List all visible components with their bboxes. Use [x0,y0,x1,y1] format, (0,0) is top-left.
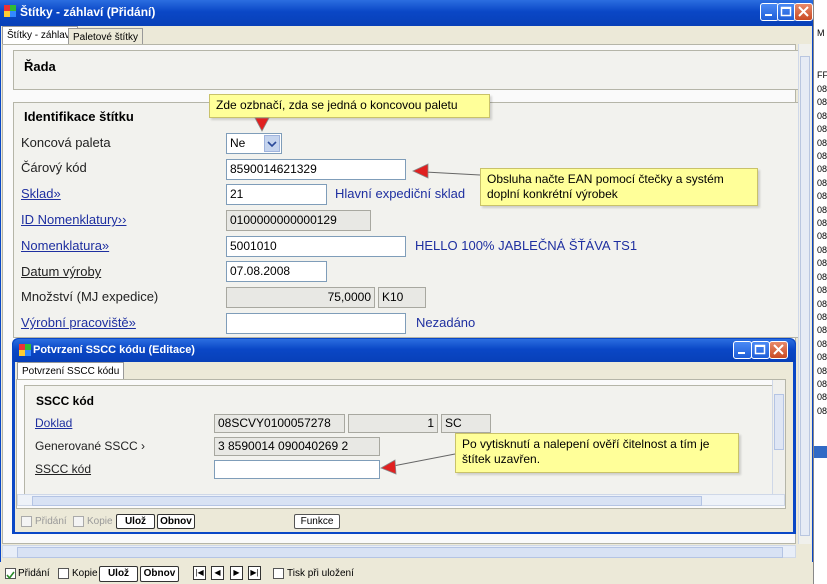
strip-row: 08 [817,191,827,202]
dialog-kopie-label: Kopie [87,516,113,527]
strip-row: 08 [817,164,827,175]
strip-top-label: M [817,28,825,38]
strip-row: 08 [817,151,827,162]
dialog-pridani-checkbox[interactable] [21,516,32,527]
strip-selected-row [814,446,827,458]
strip-row: 08 [817,378,827,389]
dialog-pridani-label: Přidání [35,516,67,527]
dialog-hscroll-thumb[interactable] [32,496,702,506]
strip-row: 08 [817,271,827,282]
strip-row: 08 [817,298,827,309]
strip-row: 08 [817,97,827,108]
dialog-funkce-button[interactable]: Funkce [294,514,340,529]
dialog-scroll-thumb[interactable] [774,394,784,450]
dialog-horizontal-scrollbar[interactable] [17,494,785,506]
strip-row: 08 [817,137,827,148]
strip-row: 08 [817,110,827,121]
strip-header: FF [817,70,827,80]
dialog-vertical-scrollbar[interactable] [772,380,785,494]
strip-row: 08 [817,177,827,188]
strip-row: 08 [817,218,827,229]
strip-row: 08 [817,231,827,242]
strip-rows: 08 08 08 08 08 08 08 08 08 08 08 08 08 08 08 08 08 08 08 08… [817,83,827,418]
strip-row: 08 [817,352,827,363]
strip-row: 08 [817,311,827,322]
strip-row: 08 [817,124,827,135]
strip-row: 08 [817,338,827,349]
strip-row: 08 [817,325,827,336]
strip-row: 08 [817,365,827,376]
dialog-obnov-button[interactable]: Obnov [157,514,195,529]
strip-row: 08 [817,258,827,269]
dialog-kopie-checkbox[interactable] [73,516,84,527]
strip-row: 08 [817,244,827,255]
dialog-uloz-button[interactable]: Ulož [116,514,155,529]
background-window-strip: M FF 08 08 08 08 08 08 08 08 08 08 08 08 08 08 08 08 08 0… [813,0,827,584]
strip-row: 08 [817,392,827,403]
strip-row: 08 [817,405,827,416]
strip-row: 08 [817,285,827,296]
strip-row: 08 [817,84,827,94]
strip-row: 08 [817,204,827,215]
